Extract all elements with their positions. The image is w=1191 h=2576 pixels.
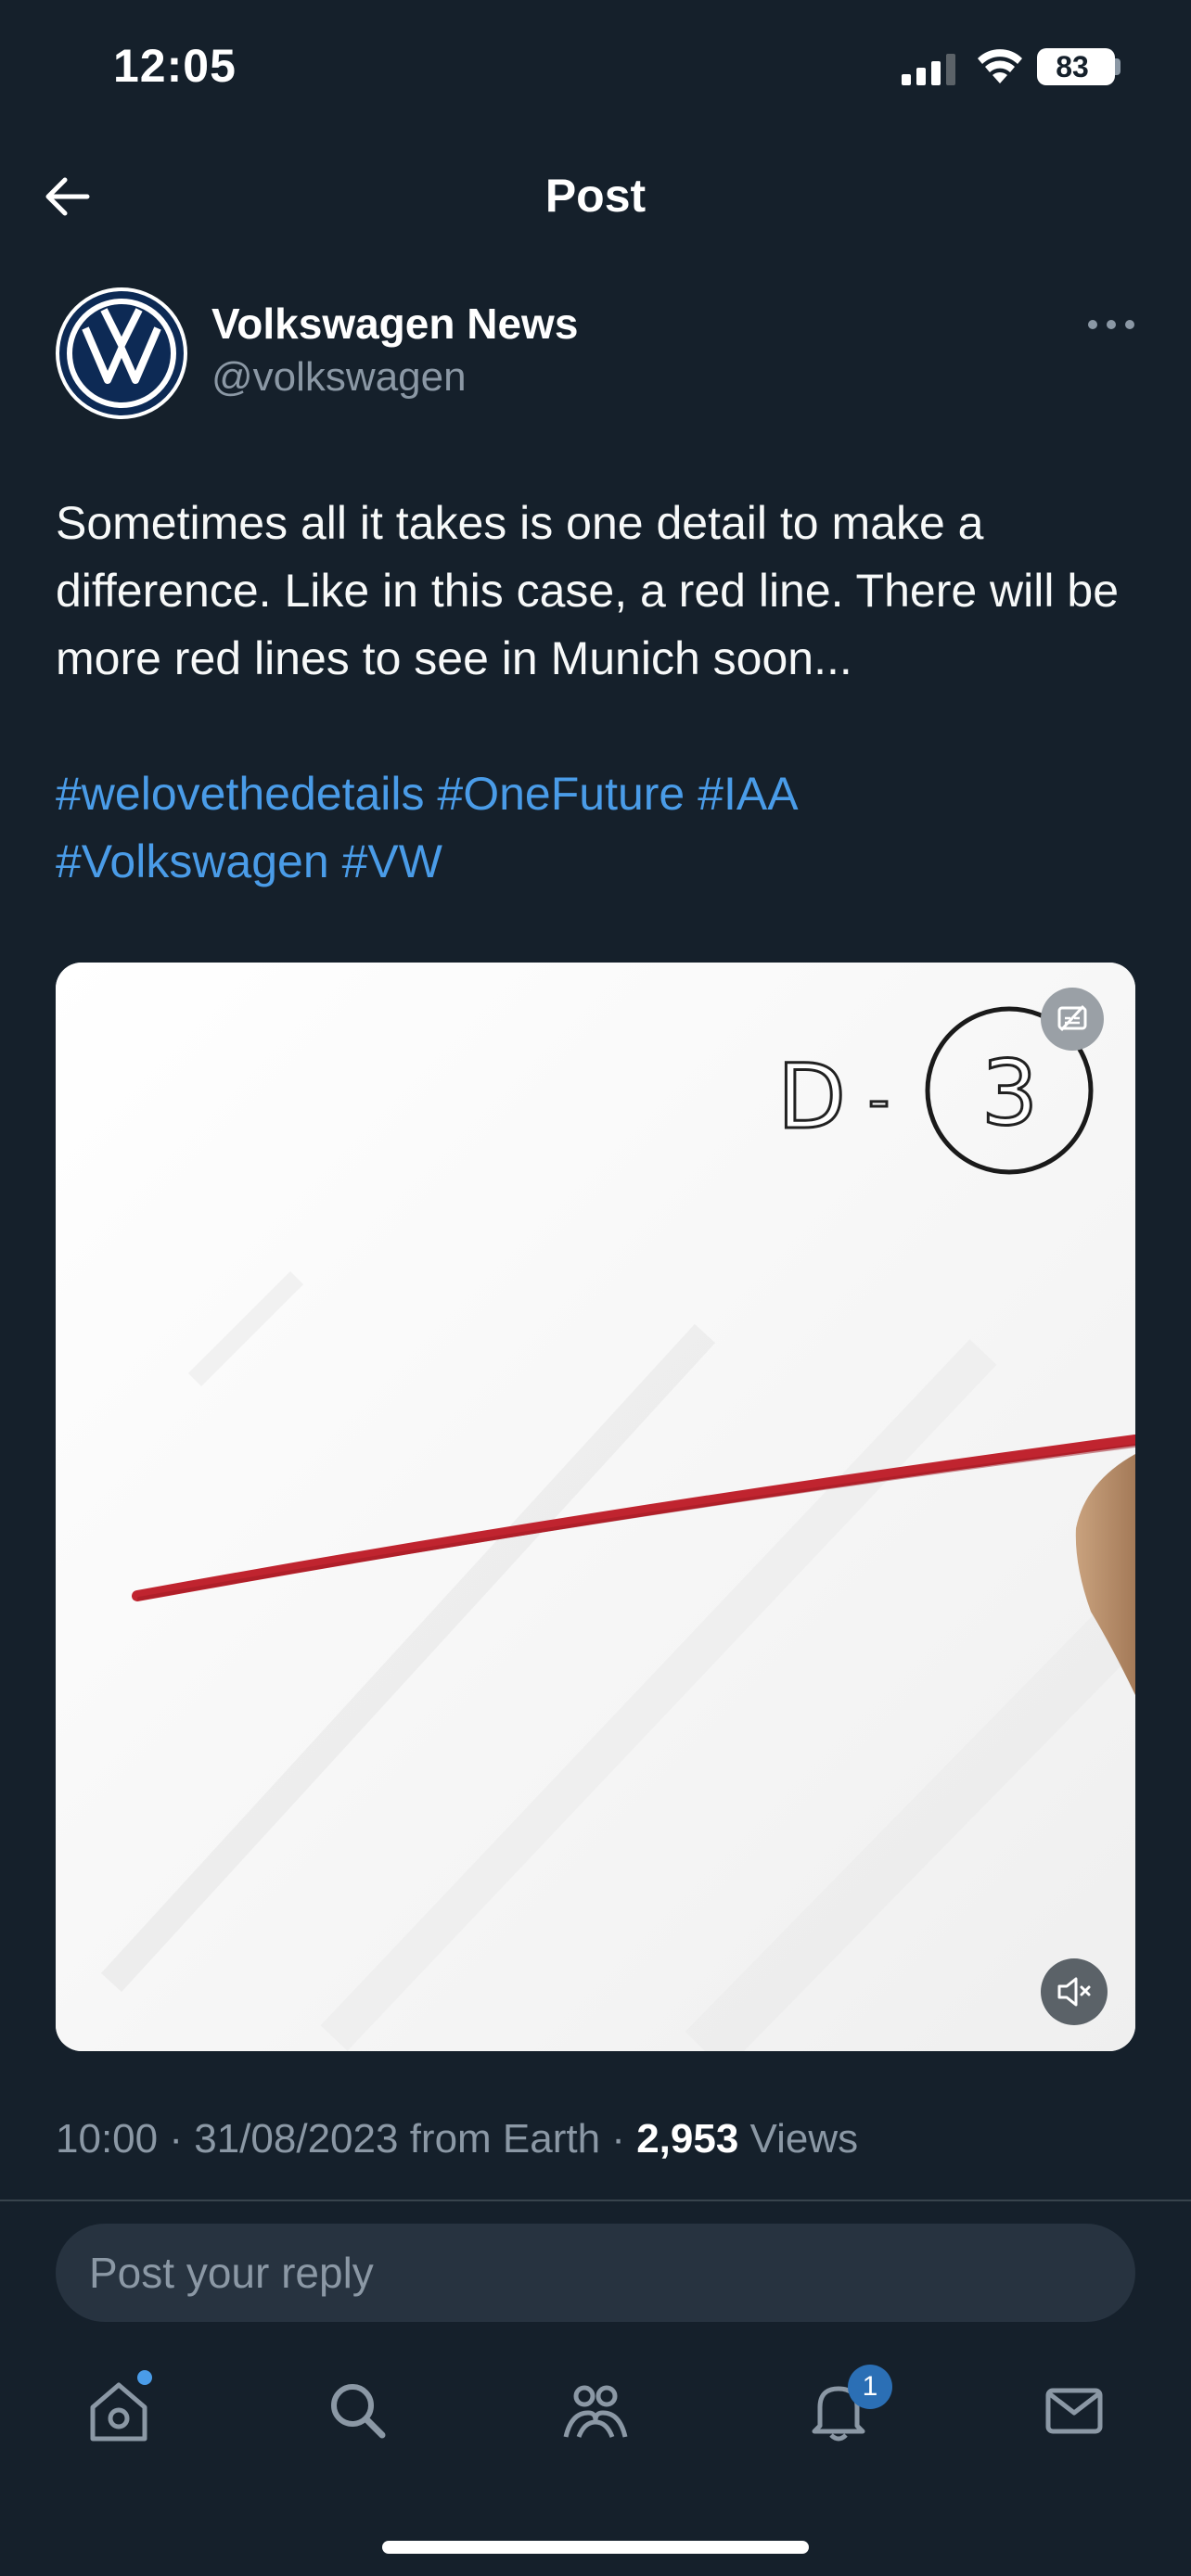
messages-icon[interactable] [1037,2374,1111,2448]
page-title: Post [544,170,647,222]
post-source: from Earth · [409,2116,637,2162]
post-video[interactable]: D - 3 [56,963,1135,2051]
wifi-icon [978,49,1022,83]
communities-icon[interactable] [558,2374,633,2448]
cellular-signal-icon [902,54,955,85]
divider [0,2200,1191,2201]
countdown-dash: - [868,1066,890,1135]
home-indicator[interactable] [382,2541,809,2554]
post-meta: 10:00 · 31/08/2023 from Earth · 2,953 Vi… [56,2116,858,2162]
meta-separator: · [169,2116,195,2162]
captions-button[interactable] [1041,988,1104,1051]
vw-logo-icon [64,296,179,411]
battery-cap [1115,58,1121,75]
video-frame: D - 3 [56,963,1135,2051]
hashtag-link[interactable]: #Volkswagen [56,835,329,887]
hashtag-link[interactable]: #welovethedetails [56,768,425,820]
reply-input[interactable] [56,2224,1135,2322]
countdown-letter: D [777,1045,846,1149]
more-options-icon[interactable] [1085,306,1137,343]
battery-indicator: 83 [1037,48,1115,85]
views-count: 2,953 [636,2116,739,2162]
hashtag-link[interactable]: #OneFuture [437,768,685,820]
home-unread-dot [137,2370,152,2385]
notifications-badge: 1 [848,2365,892,2409]
mute-button[interactable] [1041,1958,1108,2025]
home-icon[interactable] [82,2374,156,2448]
status-bar: 12:05 83 [0,0,1191,139]
post-text: Sometimes all it takes is one detail to … [56,497,1119,684]
post-time: 10:00 [56,2116,159,2162]
hashtag-link[interactable]: #VW [342,835,442,887]
author-name[interactable]: Volkswagen News [211,299,578,349]
hashtags: #welovethedetails #OneFuture #IAA #Volks… [56,760,1150,896]
author-handle[interactable]: @volkswagen [211,354,467,401]
views-label[interactable]: Views [750,2116,859,2162]
speaker-muted-icon [1057,1977,1091,2007]
avatar[interactable] [56,287,187,419]
captions-icon [1057,1004,1087,1032]
post-date: 31/08/2023 [194,2116,399,2162]
status-time: 12:05 [113,40,237,92]
countdown-number: 3 [981,1041,1038,1145]
bottom-nav [0,2365,1191,2457]
header: Post [0,148,1191,241]
hashtag-link[interactable]: #IAA [698,768,798,820]
search-icon[interactable] [321,2374,395,2448]
